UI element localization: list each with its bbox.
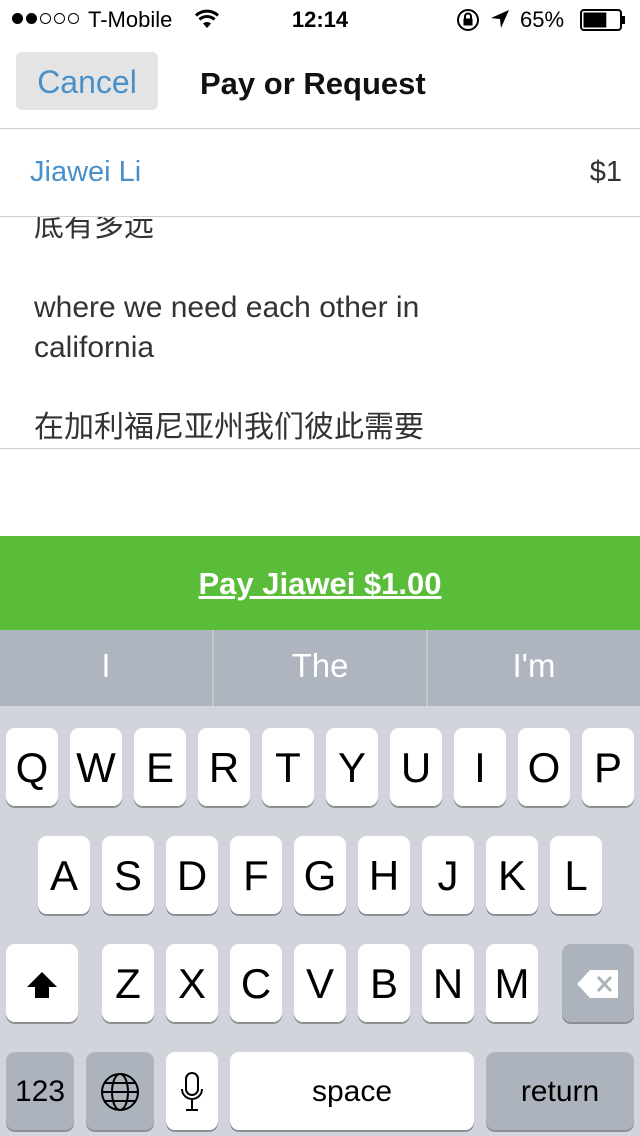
battery-icon — [580, 9, 626, 31]
key-x[interactable]: X — [166, 944, 218, 1022]
rotation-lock-icon — [456, 8, 480, 38]
prediction-suggestion[interactable]: The — [214, 630, 426, 706]
location-arrow-icon — [490, 9, 510, 35]
return-key[interactable]: return — [486, 1052, 634, 1130]
keyboard: Q W E R T Y U I O P A S D F G H J K L Z … — [0, 706, 640, 1136]
key-s[interactable]: S — [102, 836, 154, 914]
recipient-name[interactable]: Jiawei Li — [30, 156, 141, 189]
key-q[interactable]: Q — [6, 728, 58, 806]
numbers-key[interactable]: 123 — [6, 1052, 74, 1130]
amount-value[interactable]: $1 — [590, 156, 622, 189]
microphone-icon — [179, 1071, 205, 1113]
globe-key[interactable] — [86, 1052, 154, 1130]
cancel-button[interactable]: Cancel — [16, 52, 158, 110]
key-m[interactable]: M — [486, 944, 538, 1022]
shift-icon — [25, 970, 59, 1000]
note-line: where we need each other in — [34, 291, 420, 324]
note-line: 在加利福尼亚州我们彼此需要 — [34, 411, 424, 444]
key-h[interactable]: H — [358, 836, 410, 914]
key-b[interactable]: B — [358, 944, 410, 1022]
status-bar: T-Mobile 12:14 65% — [0, 0, 640, 40]
battery-percentage: 65% — [520, 7, 565, 32]
key-e[interactable]: E — [134, 728, 186, 806]
key-j[interactable]: J — [422, 836, 474, 914]
divider — [0, 448, 640, 449]
globe-icon — [100, 1072, 140, 1112]
key-d[interactable]: D — [166, 836, 218, 914]
key-o[interactable]: O — [518, 728, 570, 806]
key-f[interactable]: F — [230, 836, 282, 914]
note-textarea[interactable]: 底有多远 where we need each other in califor… — [0, 217, 640, 448]
shift-key[interactable] — [6, 944, 78, 1022]
key-l[interactable]: L — [550, 836, 602, 914]
key-w[interactable]: W — [70, 728, 122, 806]
key-z[interactable]: Z — [102, 944, 154, 1022]
page-title: Pay or Request — [200, 66, 426, 101]
key-a[interactable]: A — [38, 836, 90, 914]
prediction-suggestion[interactable]: I — [0, 630, 212, 706]
note-line: 底有多远 — [34, 217, 154, 243]
key-v[interactable]: V — [294, 944, 346, 1022]
backspace-icon — [576, 969, 620, 999]
key-y[interactable]: Y — [326, 728, 378, 806]
key-t[interactable]: T — [262, 728, 314, 806]
key-p[interactable]: P — [582, 728, 634, 806]
key-u[interactable]: U — [390, 728, 442, 806]
key-k[interactable]: K — [486, 836, 538, 914]
predictive-text-bar: I The I'm — [0, 630, 640, 706]
divider — [0, 128, 640, 129]
prediction-suggestion[interactable]: I'm — [428, 630, 640, 706]
backspace-key[interactable] — [562, 944, 634, 1022]
key-c[interactable]: C — [230, 944, 282, 1022]
note-line: california — [34, 331, 155, 364]
pay-button[interactable]: Pay Jiawei $1.00 — [0, 536, 640, 630]
key-i[interactable]: I — [454, 728, 506, 806]
space-key[interactable]: space — [230, 1052, 474, 1130]
key-g[interactable]: G — [294, 836, 346, 914]
key-n[interactable]: N — [422, 944, 474, 1022]
dictation-key[interactable] — [166, 1052, 218, 1130]
key-r[interactable]: R — [198, 728, 250, 806]
